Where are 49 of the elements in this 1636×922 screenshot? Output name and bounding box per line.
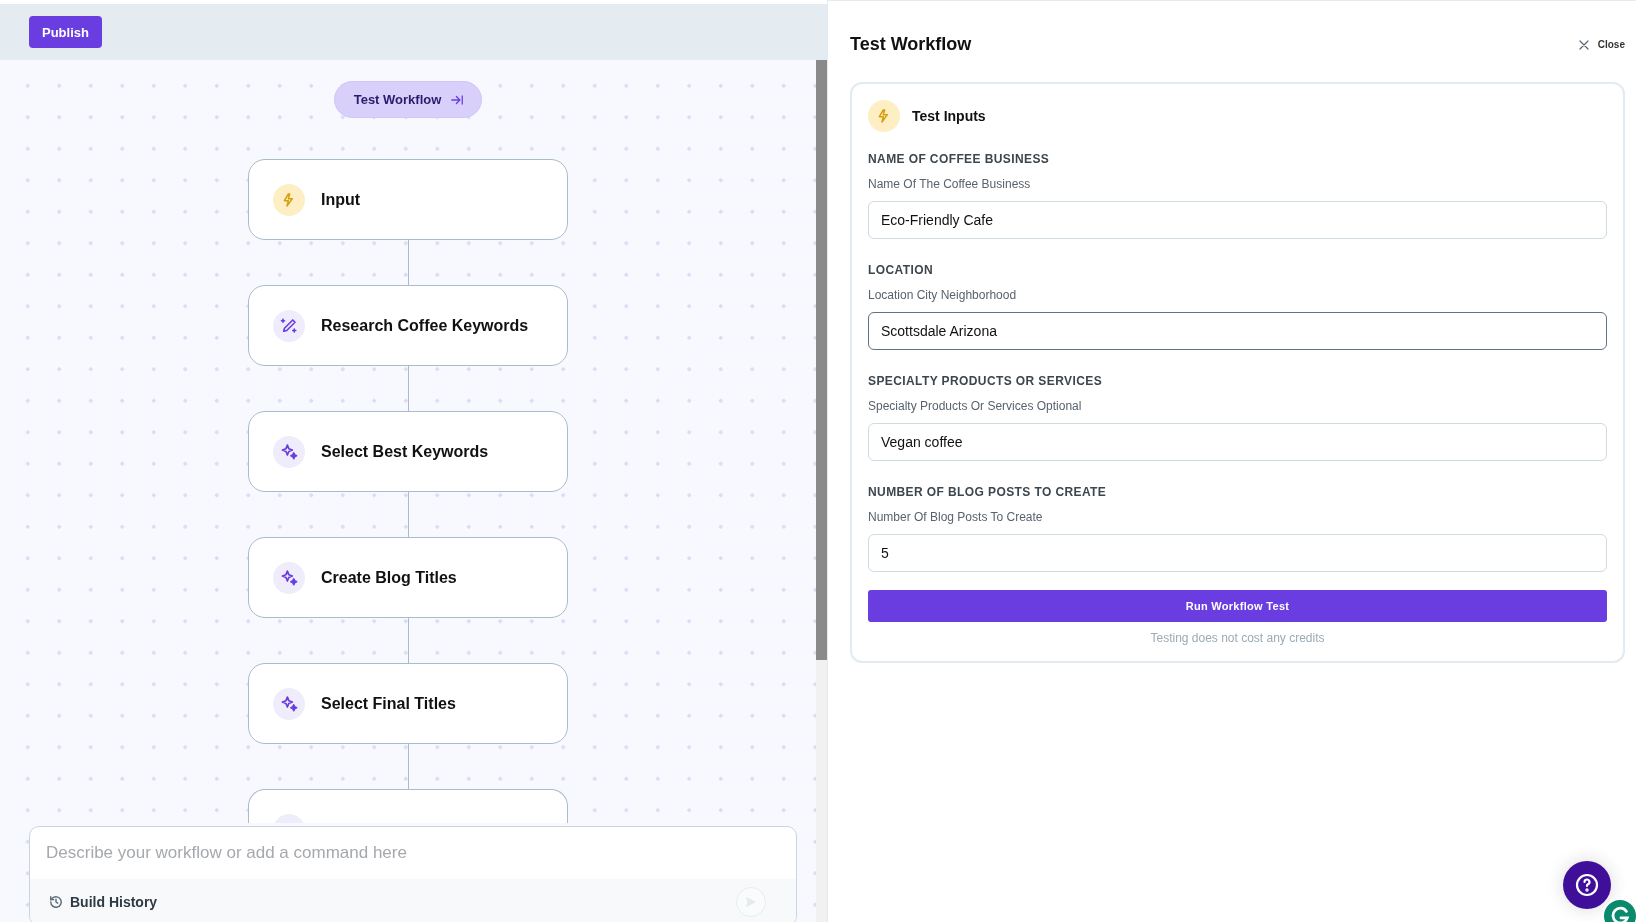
workflow-node[interactable]: Input bbox=[248, 159, 568, 240]
field-hint: Name Of The Coffee Business bbox=[868, 177, 1032, 191]
workflow-node[interactable]: Research Coffee Keywords bbox=[248, 285, 568, 366]
connector-line bbox=[407, 744, 409, 789]
publish-button[interactable]: Publish bbox=[29, 16, 102, 48]
node-label: Select Final Titles bbox=[321, 694, 456, 713]
connector-line bbox=[407, 492, 409, 537]
field-label: LOCATION bbox=[868, 263, 934, 277]
input-field[interactable]: 5 bbox=[868, 534, 1607, 572]
input-field[interactable]: Vegan coffee bbox=[868, 423, 1607, 461]
input-field[interactable]: Eco-Friendly Cafe bbox=[868, 201, 1607, 239]
close-icon bbox=[1577, 38, 1590, 51]
node-label: Select Best Keywords bbox=[321, 442, 489, 461]
test-workflow-button[interactable]: Test Workflow bbox=[333, 81, 483, 118]
arrow-to-line-icon bbox=[450, 92, 465, 107]
sparkle-icon bbox=[280, 569, 298, 586]
scrollbar-thumb[interactable] bbox=[816, 60, 827, 660]
workflow-node[interactable] bbox=[248, 789, 568, 823]
sparkle-icon bbox=[280, 443, 298, 460]
pen-sparkle-icon bbox=[280, 316, 298, 335]
card-title: Test Inputs bbox=[912, 108, 986, 124]
connector-line bbox=[407, 366, 409, 411]
workflow-node[interactable]: Create Blog Titles bbox=[248, 537, 568, 618]
build-history-button[interactable]: Build History bbox=[49, 894, 158, 910]
command-composer[interactable]: Describe your workflow or add a command here Build History bbox=[29, 826, 797, 922]
node-label: Input bbox=[321, 190, 361, 209]
command-input[interactable]: Describe your workflow or add a command here bbox=[30, 827, 796, 879]
input-field[interactable]: Scottsdale Arizona bbox=[868, 312, 1607, 350]
field-label: NAME OF COFFEE BUSINESS bbox=[868, 152, 1051, 166]
close-button[interactable]: Close bbox=[1577, 38, 1625, 51]
g-letter-icon bbox=[1609, 905, 1631, 922]
run-test-button[interactable]: Run Workflow Test bbox=[868, 590, 1607, 622]
workflow-node[interactable]: Select Best Keywords bbox=[248, 411, 568, 492]
help-icon bbox=[1575, 873, 1599, 897]
field-label: SPECIALTY PRODUCTS OR SERVICES bbox=[868, 374, 1104, 388]
node-label: Research Coffee Keywords bbox=[321, 316, 529, 335]
panel-title: Test Workflow bbox=[850, 34, 972, 55]
sparkle-icon bbox=[280, 695, 298, 712]
workflow-node[interactable]: Select Final Titles bbox=[248, 663, 568, 744]
node-label: Create Blog Titles bbox=[321, 568, 457, 587]
field-hint: Location City Neighborhood bbox=[868, 288, 1018, 302]
history-icon bbox=[49, 895, 63, 909]
help-button[interactable] bbox=[1563, 861, 1611, 909]
field-hint: Specialty Products Or Services Optional bbox=[868, 399, 1083, 413]
field-hint: Number Of Blog Posts To Create bbox=[868, 510, 1044, 524]
credits-note: Testing does not cost any credits bbox=[1149, 631, 1326, 645]
field-label: NUMBER OF BLOG POSTS TO CREATE bbox=[868, 485, 1108, 499]
connector-line bbox=[407, 240, 409, 285]
connector-line bbox=[407, 618, 409, 663]
